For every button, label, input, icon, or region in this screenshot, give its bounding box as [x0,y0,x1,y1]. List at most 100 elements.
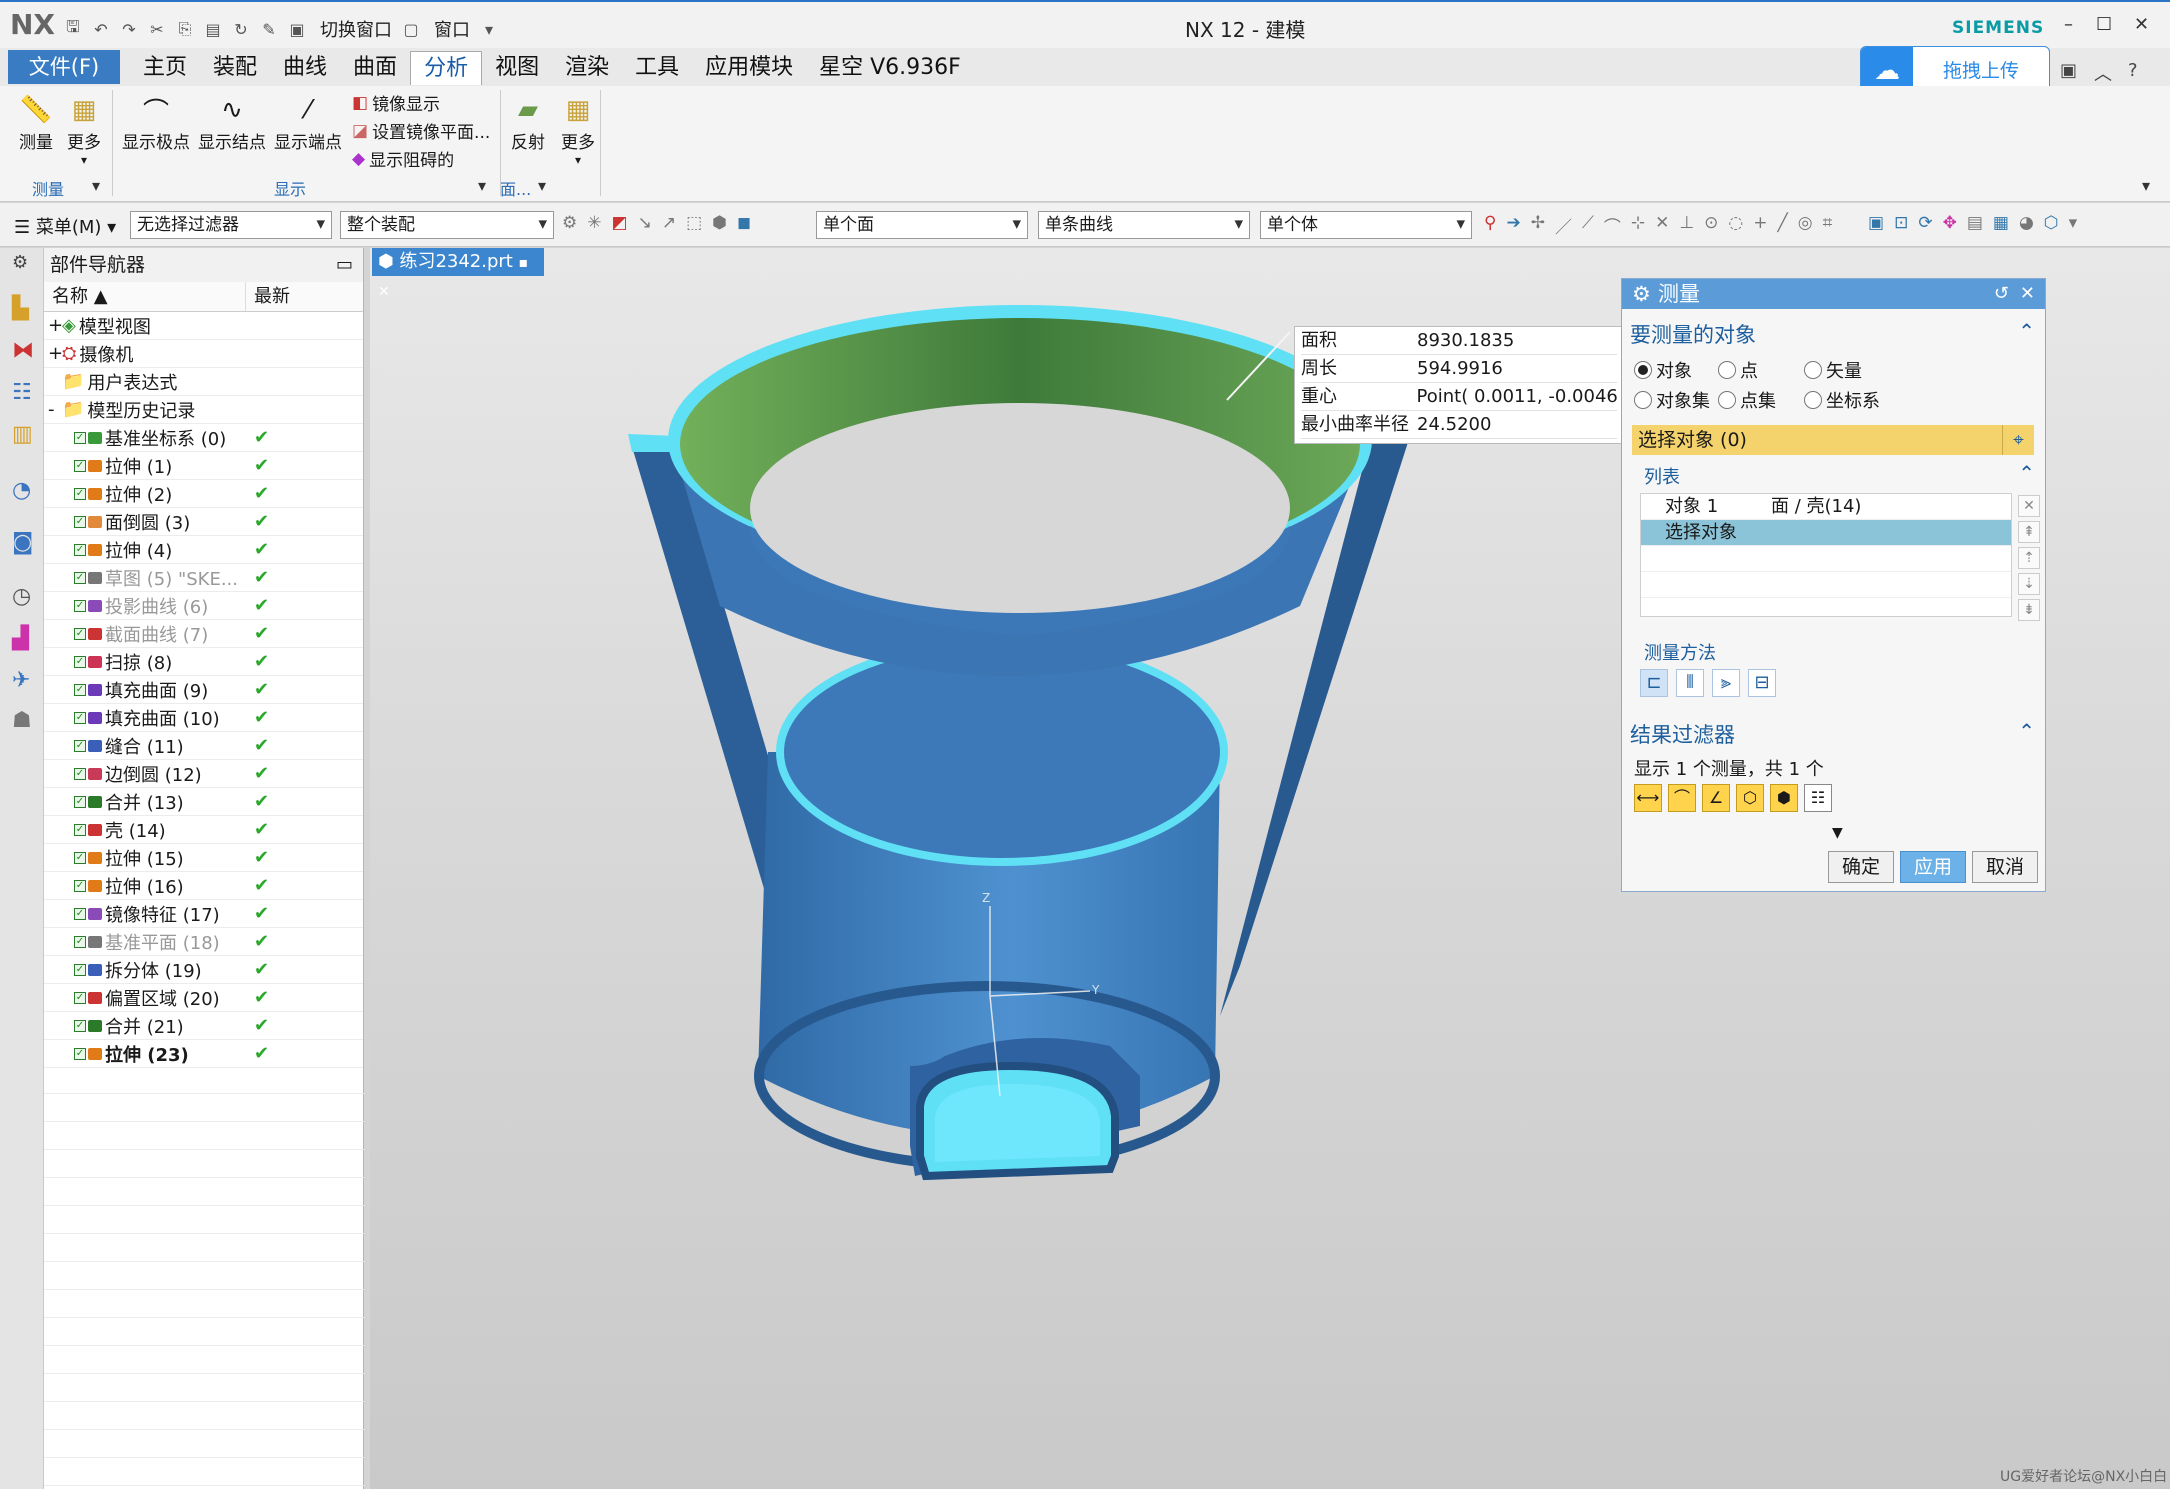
visibility-checkbox[interactable]: ✓ [74,655,86,668]
constraint-navigator-icon[interactable]: ⧓ [12,338,34,363]
reuse-library-icon[interactable]: ▥ [12,422,33,447]
radio-option[interactable]: 对象 [1634,357,1692,383]
pin-icon[interactable]: ▪ [519,255,529,271]
visibility-checkbox[interactable]: ✓ [74,935,86,948]
move-bottom-icon[interactable]: ⇟ [2018,599,2040,621]
body-rule-select[interactable]: 单个体 [1260,211,1472,239]
radio-circle[interactable] [1718,361,1736,379]
cut-icon[interactable]: ✂ [148,20,166,39]
switch-window-button[interactable]: 切换窗口 [320,16,392,42]
list-row[interactable]: 选择对象 [1641,520,2011,546]
tree-node[interactable]: + ◈ 模型视图 [44,312,363,340]
save-icon[interactable]: 🖫 [64,17,82,38]
center-icon[interactable]: ⊙ [1704,213,1718,238]
perpendicular-icon[interactable]: ⊥ [1679,213,1694,238]
cancel-button[interactable]: 取消 [1972,851,2038,883]
group-expand-icon[interactable]: ▾ [478,176,486,195]
angle-method-icon[interactable]: ⫸ [1712,669,1740,697]
remove-icon[interactable]: ✕ [2018,495,2040,517]
radio-circle[interactable] [1718,391,1736,409]
more-face-button[interactable]: ▦ 更多 ▾ [560,92,596,167]
column-latest[interactable]: 最新 [246,282,354,311]
expand-toggle-icon[interactable] [48,371,62,392]
expand-toggle-icon[interactable]: + [48,343,63,364]
feature-row[interactable]: ✓ 边倒圆 (12) ✔ [44,760,363,788]
collapse-ribbon-icon[interactable]: ︿ [2094,60,2112,86]
visibility-checkbox[interactable]: ✓ [74,879,86,892]
move-down-icon[interactable]: ⇣ [2018,573,2040,595]
more-measure-button[interactable]: ▦ 更多 ▾ [66,92,102,167]
zoom-icon[interactable]: ⊡ [1894,213,1908,233]
list-row[interactable]: 对象 1 面 / 壳(14) [1641,494,2011,520]
visibility-checkbox[interactable]: ✓ [74,1047,86,1060]
minimize-button[interactable]: – [2064,14,2073,35]
move-top-icon[interactable]: ⇞ [2018,521,2040,543]
lasso-icon[interactable]: ⬚ [686,213,702,233]
feature-row[interactable]: ✓ 拉伸 (16) ✔ [44,872,363,900]
bounded-grid-icon[interactable]: ⌗ [1823,213,1833,238]
radio-circle[interactable] [1804,391,1822,409]
radio-option[interactable]: 矢量 [1804,357,1862,383]
feature-row[interactable]: ✓ 拉伸 (1) ✔ [44,452,363,480]
tab-4[interactable]: 分析 [410,51,483,85]
visibility-checkbox[interactable]: ✓ [74,739,86,752]
tree-node[interactable]: + ⛭ 摄像机 [44,340,363,368]
feature-row[interactable]: ✓ 偏置区域 (20) ✔ [44,984,363,1012]
visibility-checkbox[interactable]: ✓ [74,711,86,724]
rotate-icon[interactable]: ⟳ [1918,213,1932,233]
visibility-checkbox[interactable]: ✓ [74,795,86,808]
gear-icon[interactable]: ⚙ [1632,279,1651,309]
visibility-checkbox[interactable]: ✓ [74,991,86,1004]
chevron-down-icon[interactable]: ▾ [2069,213,2078,233]
feature-row[interactable]: ✓ 合并 (21) ✔ [44,1012,363,1040]
radio-option[interactable]: 坐标系 [1804,387,1880,413]
orient-view-icon[interactable]: ⬡ [2044,213,2059,233]
expand-toggle-icon[interactable]: - [48,399,62,420]
feature-row[interactable]: ✓ 扫掠 (8) ✔ [44,648,363,676]
visibility-checkbox[interactable]: ✓ [74,431,86,444]
select-object-row[interactable]: 选择对象 (0) ⌖ [1632,425,2034,455]
visibility-checkbox[interactable]: ✓ [74,823,86,836]
repeat-command-icon[interactable]: ↻ [232,20,250,39]
set-mirror-button[interactable]: ◪ 设置镜像平面... [352,118,490,144]
tab-1[interactable]: 装配 [200,51,270,85]
midpoint-icon[interactable]: ⊹ [1631,213,1645,238]
end-point-icon[interactable]: ✢ [1531,213,1545,238]
reset-icon[interactable]: ↺ [1994,279,2009,309]
chevron-down-icon[interactable]: ▾ [480,20,498,39]
copy-icon[interactable]: ⎘ [176,19,194,38]
feature-row[interactable]: ✓ 拉伸 (4) ✔ [44,536,363,564]
tangent-icon[interactable]: ⟋ [1582,213,1594,238]
free-method-icon[interactable]: ⊏ [1640,669,1668,697]
move-up-icon[interactable]: ⇡ [2018,547,2040,569]
feature-row[interactable]: ✓ 拉伸 (2) ✔ [44,480,363,508]
visibility-checkbox[interactable]: ✓ [74,515,86,528]
paste-icon[interactable]: ▤ [204,20,222,39]
feature-row[interactable]: ✓ 拆分体 (19) ✔ [44,956,363,984]
feature-row[interactable]: ✓ 镜像特征 (17) ✔ [44,900,363,928]
tab-5[interactable]: 视图 [482,51,552,85]
on-curve-icon[interactable]: ╱ [1778,213,1788,238]
system-materials-icon[interactable]: ▟ [12,626,29,651]
visibility-checkbox[interactable]: ✓ [74,1019,86,1032]
line-icon[interactable]: ／ [1555,213,1572,238]
show-block-button[interactable]: ◆ 显示阻碍的 [352,146,454,172]
tab-7[interactable]: 工具 [622,51,692,85]
distance-method-icon[interactable]: ⫴ [1676,669,1704,697]
visibility-checkbox[interactable]: ✓ [74,543,86,556]
help-icon[interactable]: ? [2128,60,2138,81]
feature-row[interactable]: ✓ 基准坐标系 (0) ✔ [44,424,363,452]
tab-9[interactable]: 星空 V6.936F [806,51,974,85]
quadrant-icon[interactable]: ◌ [1728,213,1743,238]
layer-icon[interactable]: ▤ [1967,213,1983,233]
show-pole-button[interactable]: ⌒ 显示极点 [122,92,190,154]
tab-0[interactable]: 主页 [130,51,200,85]
crosshair-icon[interactable]: ⌖ [2002,425,2034,455]
grid-icon[interactable]: ▦ [1993,213,2009,233]
tab-6[interactable]: 渲染 [552,51,622,85]
radio-option[interactable]: 对象集 [1634,387,1710,413]
projection-method-icon[interactable]: ⊟ [1748,669,1776,697]
solid-icon[interactable]: ◼ [737,213,751,233]
window-menu-button[interactable]: 窗口 [434,16,470,42]
feature-row[interactable]: ✓ 合并 (13) ✔ [44,788,363,816]
